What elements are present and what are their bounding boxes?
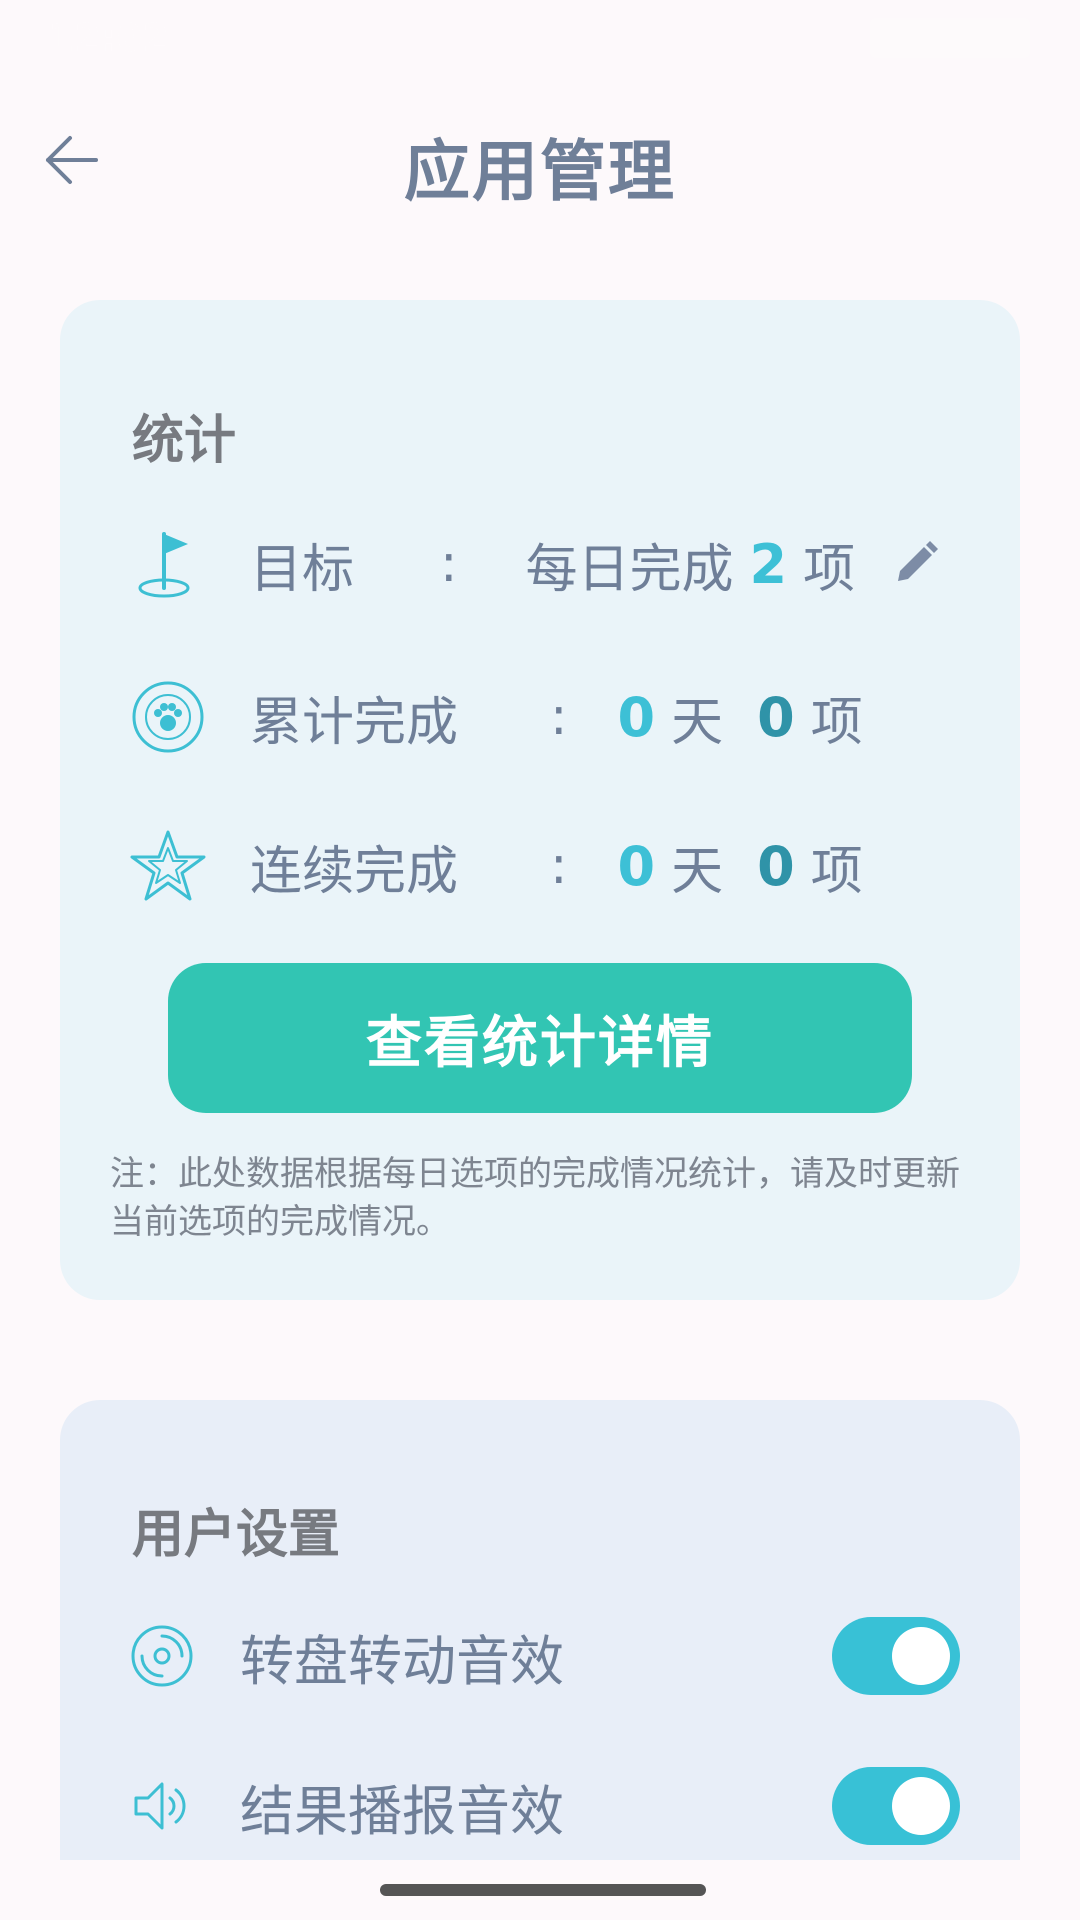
settings-section-title: 用户设置 bbox=[132, 1505, 341, 1565]
flag-icon bbox=[130, 526, 206, 602]
goal-unit: 项 bbox=[803, 539, 856, 600]
result-sound-toggle[interactable] bbox=[832, 1767, 960, 1845]
total-colon: : bbox=[550, 687, 568, 747]
streak-days: 0 bbox=[617, 834, 656, 898]
spin-sound-toggle[interactable] bbox=[832, 1617, 960, 1695]
toggle-knob bbox=[892, 1627, 950, 1685]
settings-card: 用户设置 转盘转动音效 结果播报音效 bbox=[60, 1400, 1020, 1860]
star-icon bbox=[130, 828, 206, 904]
goal-prefix: 每日完成 bbox=[525, 539, 734, 600]
disc-icon bbox=[131, 1625, 193, 1687]
setting-label-result-sound: 结果播报音效 bbox=[240, 1779, 564, 1843]
goal-row: 目标 : 每日完成 2 项 bbox=[130, 514, 970, 614]
total-items-unit: 项 bbox=[810, 692, 863, 753]
total-days-unit: 天 bbox=[671, 692, 724, 753]
streak-label: 连续完成 bbox=[250, 841, 459, 902]
goal-colon: : bbox=[440, 534, 458, 594]
streak-row: 连续完成 : 0 天 0 项 bbox=[130, 816, 970, 916]
stats-note: 注：此处数据根据每日选项的完成情况统计，请及时更新当前选项的完成情况。 bbox=[110, 1154, 960, 1242]
streak-days-unit: 天 bbox=[671, 841, 724, 902]
view-stats-details-button[interactable]: 查看统计详情 bbox=[168, 963, 912, 1113]
goal-count: 2 bbox=[749, 532, 788, 596]
setting-label-spin-sound: 转盘转动音效 bbox=[240, 1629, 564, 1693]
stats-section-title: 统计 bbox=[132, 411, 237, 471]
total-days: 0 bbox=[617, 685, 656, 749]
speaker-icon bbox=[134, 1782, 186, 1830]
pencil-icon bbox=[898, 541, 939, 581]
home-indicator[interactable] bbox=[380, 1884, 706, 1896]
total-label: 累计完成 bbox=[250, 692, 459, 753]
page-title: 应用管理 bbox=[404, 133, 676, 210]
status-bar: 12:02 bbox=[0, 0, 1080, 70]
setting-row-result-sound: 结果播报音效 bbox=[130, 1756, 960, 1856]
edit-goal-button[interactable] bbox=[885, 534, 945, 594]
total-row: 累计完成 : 0 天 0 项 bbox=[130, 667, 970, 767]
streak-items: 0 bbox=[757, 834, 795, 898]
header: 应用管理 bbox=[0, 100, 1080, 220]
stats-card: 统计 目标 : 每日完成 2 项 累计完成: 0 天 0 项 连续完成: 0… bbox=[60, 300, 1020, 1300]
paw-badge-icon bbox=[130, 679, 206, 755]
toggle-knob bbox=[892, 1777, 950, 1835]
goal-label: 目标 bbox=[250, 539, 355, 600]
streak-items-unit: 项 bbox=[810, 841, 863, 902]
total-items: 0 bbox=[757, 685, 795, 749]
streak-colon: : bbox=[550, 836, 568, 896]
status-icons bbox=[870, 18, 1030, 58]
setting-row-spin-sound: 转盘转动音效 bbox=[130, 1606, 960, 1706]
status-time: 12:02 bbox=[48, 16, 169, 60]
